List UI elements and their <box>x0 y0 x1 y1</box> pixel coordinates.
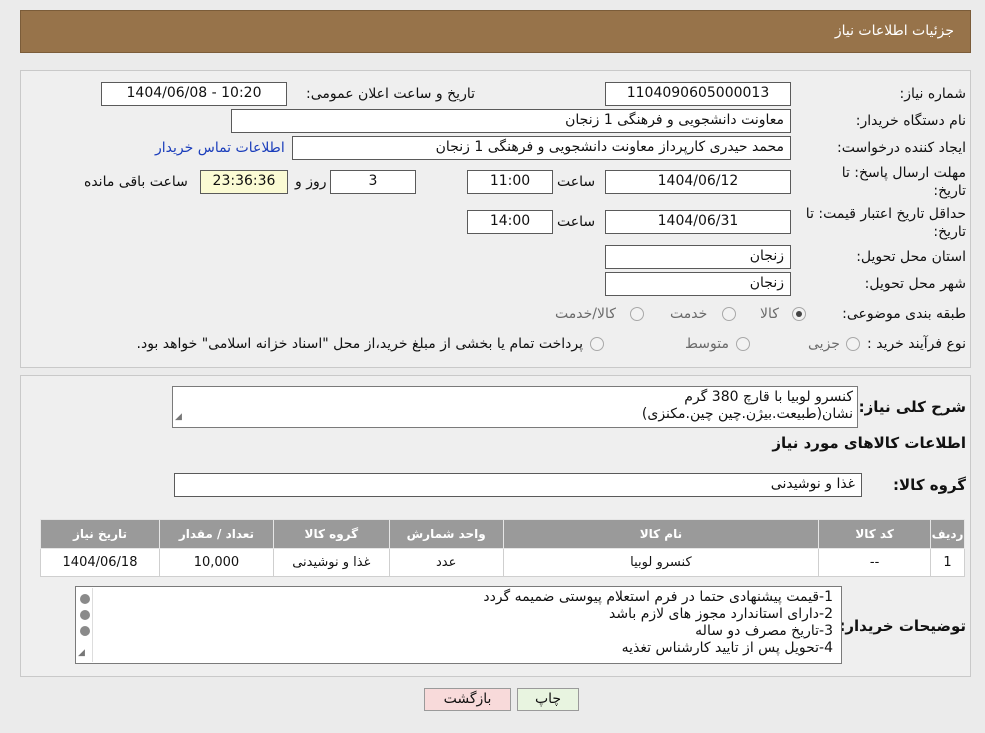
validity-label-2: تاریخ: <box>933 224 966 240</box>
goods-group-label: گروه کالا: <box>893 476 966 494</box>
province-label: استان محل تحویل: <box>856 249 966 265</box>
cell-unit: عدد <box>388 548 504 577</box>
col-date: تاریخ نیاز <box>40 519 160 549</box>
need-number-label: شماره نیاز: <box>899 86 967 102</box>
print-button[interactable]: چاپ <box>517 688 579 711</box>
category-radio-both[interactable] <box>630 307 644 321</box>
scroll-dot-icon <box>80 610 90 620</box>
table-row: 1 -- کنسرو لوبیا عدد غذا و نوشیدنی 10,00… <box>40 548 965 577</box>
buyer-org-field: معاونت دانشجویی و فرهنگی 1 زنجان <box>231 109 791 133</box>
scroll-dot-icon <box>80 594 90 604</box>
province-field: زنجان <box>605 245 791 269</box>
category-label: طبقه بندی موضوعی: <box>842 306 966 322</box>
validity-time-field: 14:00 <box>467 210 553 234</box>
cell-name: کنسرو لوبیا <box>502 548 820 577</box>
city-field: زنجان <box>605 272 791 296</box>
col-name: نام کالا <box>502 519 820 549</box>
process-note: پرداخت تمام یا بخشی از مبلغ خرید،از محل … <box>136 336 583 352</box>
cell-quantity: 10,000 <box>159 548 274 577</box>
validity-date-field: 1404/06/31 <box>605 210 791 234</box>
category-radio-goods[interactable] <box>792 307 806 321</box>
cell-code: -- <box>818 548 932 577</box>
notes-scrollbar[interactable] <box>77 588 93 662</box>
validity-label: حداقل تاریخ اعتبار قیمت: تا <box>805 206 966 222</box>
note-line-4: 4-تحویل پس از تایید کارشناس تغذیه <box>621 640 833 656</box>
scroll-dot-icon <box>80 626 90 636</box>
buyer-org-label: نام دستگاه خریدار: <box>855 113 966 129</box>
category-option-goods: کالا <box>760 306 779 322</box>
goods-group-field: غذا و نوشیدنی <box>174 473 862 497</box>
days-label: روز و <box>295 174 327 190</box>
deadline-time-label: ساعت <box>557 174 596 190</box>
process-option-medium: متوسط <box>685 336 729 352</box>
buyer-contact-link[interactable]: اطلاعات تماس خریدار <box>155 140 285 156</box>
process-radio-medium[interactable] <box>736 337 750 351</box>
days-field: 3 <box>330 170 416 194</box>
need-number-field: 1104090605000013 <box>605 82 791 106</box>
announce-field: 1404/06/08 - 10:20 <box>101 82 287 106</box>
remaining-label: ساعت باقی مانده <box>84 174 188 190</box>
deadline-time-field: 11:00 <box>467 170 553 194</box>
process-option-minor: جزیی <box>808 336 840 352</box>
description-line-2: نشان(طبیعت.بیژن.چین چین.مکنزی) <box>641 406 853 422</box>
cell-date: 1404/06/18 <box>40 548 160 577</box>
cell-row: 1 <box>930 548 965 577</box>
deadline-label-2: تاریخ: <box>933 183 966 199</box>
note-line-2: 2-دارای استاندارد مجوز های لازم باشد <box>609 606 833 622</box>
col-group: گروه کالا <box>272 519 390 549</box>
resize-grip-icon[interactable]: ◢ <box>175 409 182 426</box>
description-label: شرح کلی نیاز: <box>858 398 966 416</box>
goods-section-title: اطلاعات کالاهای مورد نیاز <box>772 434 966 452</box>
description-textarea[interactable]: کنسرو لوبیا با قارچ 380 گرم نشان(طبیعت.ب… <box>172 386 858 428</box>
process-label: نوع فرآیند خرید : <box>867 336 966 352</box>
deadline-label: مهلت ارسال پاسخ: تا <box>841 165 966 181</box>
process-radio-minor[interactable] <box>846 337 860 351</box>
col-code: کد کالا <box>818 519 932 549</box>
creator-label: ایجاد کننده درخواست: <box>837 140 966 156</box>
col-row: ردیف <box>930 519 965 549</box>
table-header-row: ردیف کد کالا نام کالا واحد شمارش گروه کا… <box>40 519 965 549</box>
buyer-notes-textarea[interactable]: 1-قیمت پیشنهادی حتما در فرم استعلام پیوس… <box>75 586 842 664</box>
category-option-both: کالا/خدمت <box>555 306 616 322</box>
description-line-1: کنسرو لوبیا با قارچ 380 گرم <box>684 389 853 405</box>
col-unit: واحد شمارش <box>388 519 504 549</box>
creator-field: محمد حیدری کارپرداز معاونت دانشجویی و فر… <box>292 136 791 160</box>
back-button[interactable]: بازگشت <box>424 688 511 711</box>
remaining-time-field: 23:36:36 <box>200 170 288 194</box>
validity-time-label: ساعت <box>557 214 596 230</box>
announce-label: تاریخ و ساعت اعلان عمومی: <box>306 86 475 102</box>
process-radio-treasury[interactable] <box>590 337 604 351</box>
note-line-3: 3-تاریخ مصرف دو ساله <box>695 623 833 639</box>
page-title: جزئیات اطلاعات نیاز <box>834 23 954 39</box>
page-header: جزئیات اطلاعات نیاز <box>20 10 971 53</box>
goods-table: ردیف کد کالا نام کالا واحد شمارش گروه کا… <box>40 519 965 577</box>
deadline-date-field: 1404/06/12 <box>605 170 791 194</box>
cell-group: غذا و نوشیدنی <box>272 548 390 577</box>
city-label: شهر محل تحویل: <box>864 276 966 292</box>
category-option-service: خدمت <box>670 306 708 322</box>
col-quantity: تعداد / مقدار <box>159 519 274 549</box>
buyer-notes-label: توضیحات خریدار: <box>839 617 966 635</box>
note-line-1: 1-قیمت پیشنهادی حتما در فرم استعلام پیوس… <box>483 589 833 605</box>
category-radio-service[interactable] <box>722 307 736 321</box>
